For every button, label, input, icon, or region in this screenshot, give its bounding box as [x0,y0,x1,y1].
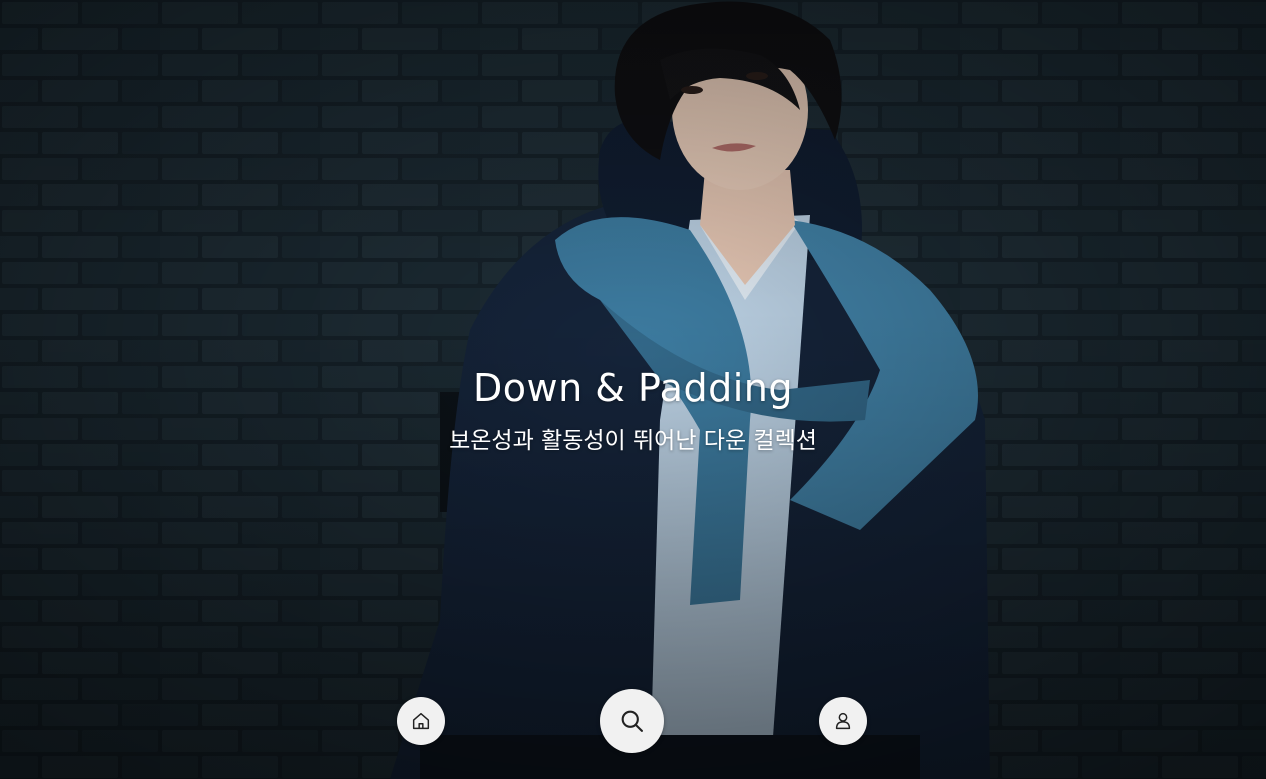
hero-subtitle: 보온성과 활동성이 뛰어난 다운 컬렉션 [449,428,817,454]
hero-caption: Down & Padding 보온성과 활동성이 뛰어난 다운 컬렉션 [0,362,1266,456]
account-button[interactable] [819,697,867,745]
hero-title: Down & Padding [473,366,793,410]
user-icon [835,712,851,730]
home-button[interactable] [397,697,445,745]
search-icon [621,710,643,732]
home-icon [412,712,430,730]
search-button[interactable] [600,689,664,753]
hero-banner[interactable]: Down & Padding 보온성과 활동성이 뛰어난 다운 컬렉션 [0,0,1266,779]
